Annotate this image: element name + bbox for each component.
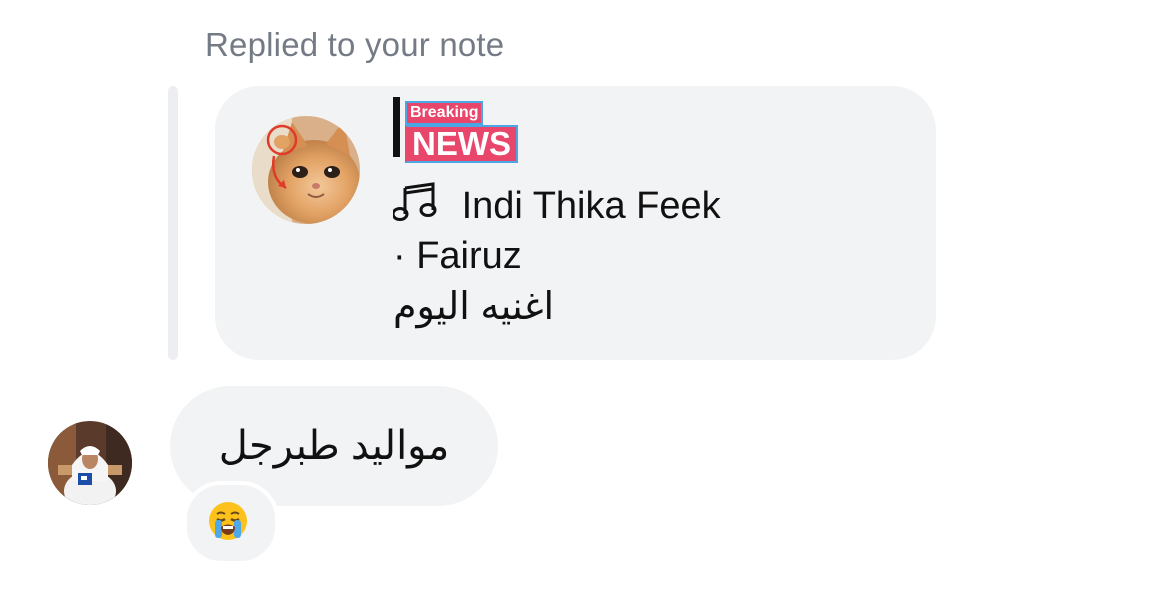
note-author-avatar[interactable] <box>252 116 360 224</box>
sender-avatar[interactable] <box>48 421 132 505</box>
kitten-avatar-image <box>252 116 360 224</box>
loudly-crying-face-icon <box>207 500 249 542</box>
music-note-icon <box>391 182 462 227</box>
note-caption: اغنيه اليوم <box>393 286 555 328</box>
replied-to-note-label: Replied to your note <box>205 26 505 63</box>
sender-photo-image <box>48 421 132 505</box>
breaking-news-sticker: Breaking NEWS <box>393 97 533 165</box>
note-artist: · Fairuz <box>393 235 522 277</box>
sticker-bar-mark <box>393 97 400 157</box>
breaking-tag: Breaking <box>405 101 484 125</box>
note-song-title: Indi Thika Feek <box>461 185 721 227</box>
note-song-line[interactable]: Indi Thika Feek <box>391 182 721 228</box>
reply-quote-bar <box>168 86 178 360</box>
news-tag: NEWS <box>405 125 518 163</box>
